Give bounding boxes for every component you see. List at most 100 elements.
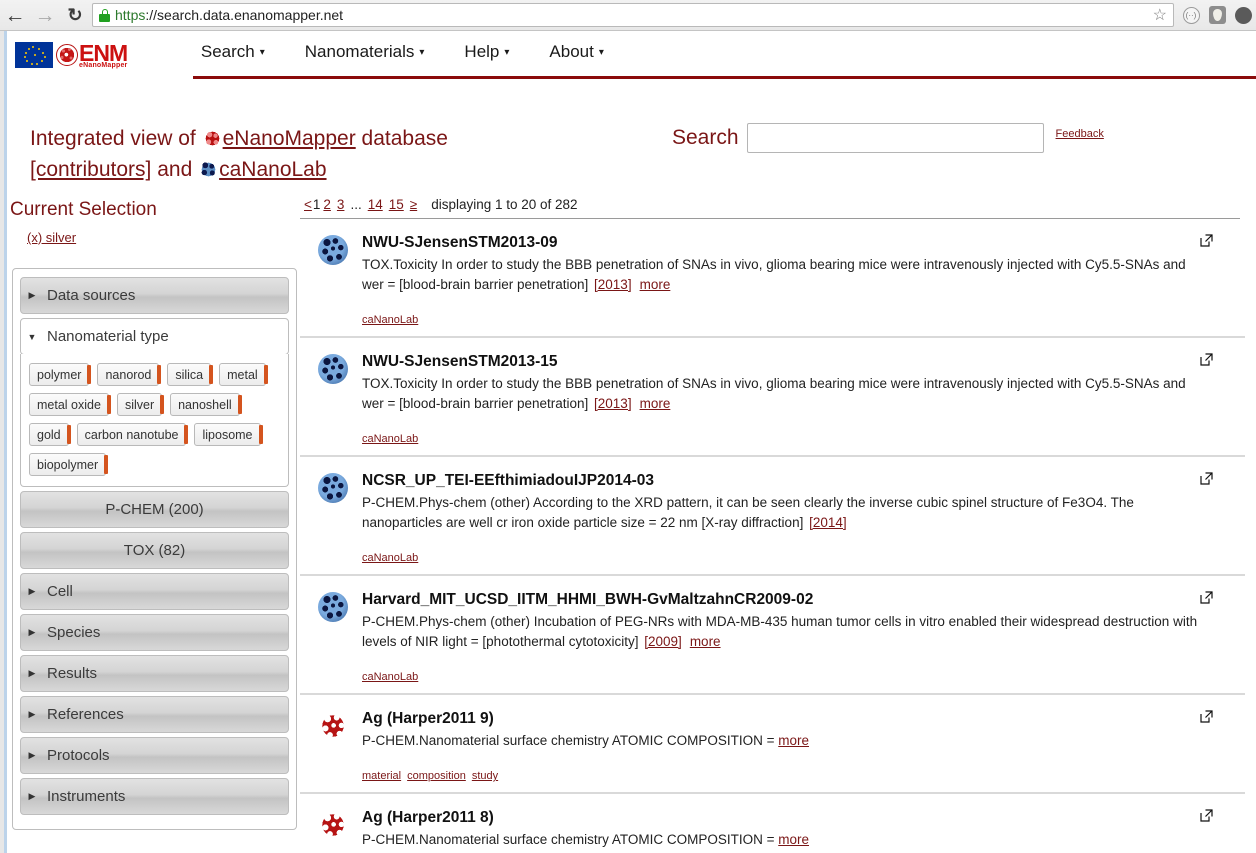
- back-arrow-icon[interactable]: ←: [0, 0, 30, 30]
- facet-results[interactable]: ▶ Results: [20, 655, 289, 692]
- tag-silica[interactable]: silica: [167, 363, 214, 386]
- extension-icon-2[interactable]: [1204, 0, 1230, 30]
- description-text: P-CHEM.Phys-chem (other) According to th…: [362, 495, 1134, 530]
- cananolab-link[interactable]: caNanoLab: [219, 158, 326, 181]
- result-title[interactable]: NWU-SJensenSTM2013-09: [362, 232, 1205, 253]
- bookmark-star-icon[interactable]: ☆: [1153, 7, 1167, 24]
- result-item[interactable]: Harvard_MIT_UCSD_IITM_HHMI_BWH-GvMaltzah…: [300, 576, 1245, 695]
- enanomapper-link[interactable]: eNanoMapper: [223, 127, 356, 150]
- nanoparticle-blue-icon: [199, 160, 219, 179]
- search-input[interactable]: [746, 123, 1044, 153]
- source-link-composition[interactable]: composition: [407, 770, 466, 782]
- pagination-page-3[interactable]: 3: [337, 197, 345, 212]
- result-year-link[interactable]: [2014]: [809, 515, 847, 530]
- tag-silver[interactable]: silver: [116, 393, 165, 416]
- nav-item-about[interactable]: About ▾: [549, 41, 603, 66]
- pagination-page-2[interactable]: 2: [323, 197, 331, 212]
- nav-item-search[interactable]: Search ▾: [201, 41, 265, 66]
- external-link-icon[interactable]: [1200, 472, 1213, 485]
- pagination-prev[interactable]: <: [304, 197, 312, 212]
- facet-instruments[interactable]: ▶ Instruments: [20, 778, 289, 815]
- tag-label: carbon nanotube: [84, 427, 179, 442]
- nanoparticle-red-icon: [318, 711, 348, 741]
- tag-metal[interactable]: metal: [219, 363, 268, 386]
- tag-label: nanorod: [105, 367, 152, 382]
- forward-arrow-icon[interactable]: →: [30, 0, 60, 30]
- result-source-links: caNanoLab: [362, 552, 1205, 564]
- source-link-cananolab[interactable]: caNanoLab: [362, 671, 418, 683]
- facet-protocols[interactable]: ▶ Protocols: [20, 737, 289, 774]
- result-title[interactable]: NCSR_UP_TEI-EEfthimiadouIJP2014-03: [362, 470, 1205, 491]
- result-more-link[interactable]: more: [778, 832, 809, 847]
- facet-label: Protocols: [47, 747, 110, 764]
- tag-polymer[interactable]: polymer: [29, 363, 92, 386]
- tag-carbon-nanotube[interactable]: carbon nanotube: [76, 423, 189, 446]
- feedback-link[interactable]: Feedback: [1056, 128, 1104, 140]
- result-item[interactable]: NWU-SJensenSTM2013-09 TOX.Toxicity In or…: [300, 219, 1245, 338]
- tag-nanorod[interactable]: nanorod: [97, 363, 162, 386]
- pagination-next[interactable]: ≥: [410, 197, 417, 212]
- enanomapper-logo[interactable]: ENM eNanoMapper: [15, 37, 161, 73]
- address-bar[interactable]: https://search.data.enanomapper.net ☆: [92, 3, 1174, 27]
- result-title[interactable]: NWU-SJensenSTM2013-15: [362, 351, 1205, 372]
- source-link-cananolab[interactable]: caNanoLab: [362, 314, 418, 326]
- facet-panel: ▶ Data sources ▼ Nanomaterial type polym…: [12, 268, 297, 830]
- result-item[interactable]: NWU-SJensenSTM2013-15 TOX.Toxicity In or…: [300, 338, 1245, 457]
- source-link-material[interactable]: material: [362, 770, 401, 782]
- chevron-down-icon: ▾: [504, 47, 510, 58]
- result-title[interactable]: Ag (Harper2011 8): [362, 807, 1205, 828]
- title-suffix: database: [355, 127, 448, 150]
- result-item[interactable]: Ag (Harper2011 8) P-CHEM.Nanomaterial su…: [300, 794, 1245, 853]
- facet-tox[interactable]: TOX (82): [20, 532, 289, 569]
- result-more-link[interactable]: more: [690, 634, 721, 649]
- tag-biopolymer[interactable]: biopolymer: [29, 453, 109, 476]
- source-link-cananolab[interactable]: caNanoLab: [362, 552, 418, 564]
- extension-icon-1[interactable]: (··): [1178, 0, 1204, 30]
- triangle-right-icon: ▶: [28, 668, 36, 678]
- facet-species[interactable]: ▶ Species: [20, 614, 289, 651]
- facet-label: P-CHEM (200): [105, 501, 204, 518]
- nanoparticle-blue-icon: [318, 473, 348, 503]
- result-more-link[interactable]: more: [778, 733, 809, 748]
- reload-icon[interactable]: ↻: [60, 0, 90, 30]
- facet-data-sources[interactable]: ▶ Data sources: [20, 277, 289, 314]
- title-mid: and: [151, 158, 199, 181]
- external-link-icon[interactable]: [1200, 809, 1213, 822]
- browser-toolbar: ← → ↻ https://search.data.enanomapper.ne…: [0, 0, 1256, 31]
- triangle-right-icon: ▶: [28, 627, 36, 637]
- extension-icon-3[interactable]: [1230, 0, 1256, 30]
- tag-label: metal: [227, 367, 258, 382]
- pagination-page-14[interactable]: 14: [368, 197, 383, 212]
- nanoparticle-red-icon: [318, 810, 348, 840]
- external-link-icon[interactable]: [1200, 710, 1213, 723]
- pagination-page-15[interactable]: 15: [389, 197, 404, 212]
- result-year-link[interactable]: [2009]: [644, 634, 682, 649]
- facet-cell[interactable]: ▶ Cell: [20, 573, 289, 610]
- search-bar: Search Feedback: [672, 123, 1104, 153]
- contributors-link[interactable]: [contributors]: [30, 158, 151, 181]
- result-more-link[interactable]: more: [640, 277, 671, 292]
- external-link-icon[interactable]: [1200, 591, 1213, 604]
- external-link-icon[interactable]: [1200, 234, 1213, 247]
- result-source-links: caNanoLab: [362, 433, 1205, 445]
- facet-references[interactable]: ▶ References: [20, 696, 289, 733]
- tag-nanoshell[interactable]: nanoshell: [170, 393, 242, 416]
- result-item[interactable]: Ag (Harper2011 9) P-CHEM.Nanomaterial su…: [300, 695, 1245, 794]
- tag-gold[interactable]: gold: [29, 423, 71, 446]
- result-title[interactable]: Harvard_MIT_UCSD_IITM_HHMI_BWH-GvMaltzah…: [362, 589, 1205, 610]
- tag-metal-oxide[interactable]: metal oxide: [29, 393, 111, 416]
- source-link-cananolab[interactable]: caNanoLab: [362, 433, 418, 445]
- facet-pchem[interactable]: P-CHEM (200): [20, 491, 289, 528]
- result-title[interactable]: Ag (Harper2011 9): [362, 708, 1205, 729]
- external-link-icon[interactable]: [1200, 353, 1213, 366]
- result-more-link[interactable]: more: [640, 396, 671, 411]
- source-link-study[interactable]: study: [472, 770, 498, 782]
- result-year-link[interactable]: [2013]: [594, 396, 632, 411]
- nav-item-nanomaterials[interactable]: Nanomaterials ▾: [305, 41, 425, 66]
- selection-chip-silver[interactable]: (x) silver: [27, 230, 76, 245]
- facet-nanomaterial-type[interactable]: ▼ Nanomaterial type: [20, 318, 289, 355]
- result-year-link[interactable]: [2013]: [594, 277, 632, 292]
- result-item[interactable]: NCSR_UP_TEI-EEfthimiadouIJP2014-03 P-CHE…: [300, 457, 1245, 576]
- tag-liposome[interactable]: liposome: [194, 423, 263, 446]
- nav-item-help[interactable]: Help ▾: [464, 41, 509, 66]
